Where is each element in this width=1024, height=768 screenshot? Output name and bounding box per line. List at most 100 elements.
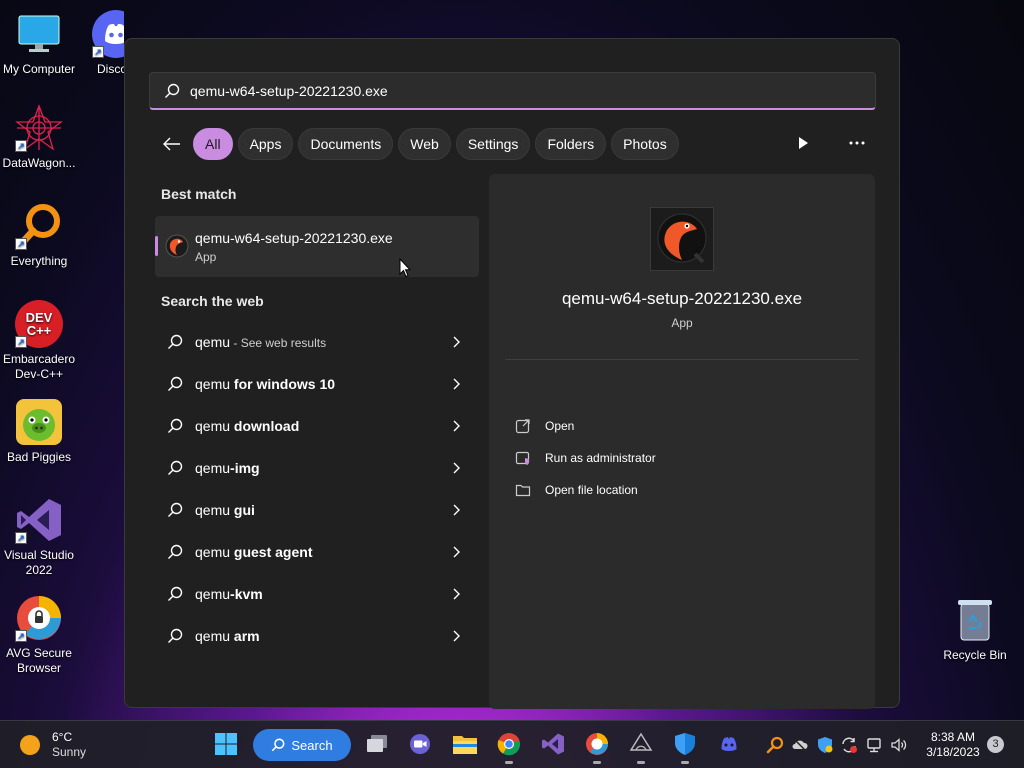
chrome-icon xyxy=(497,733,521,756)
action-open-file-location[interactable]: Open file location xyxy=(515,482,638,498)
start-search-panel: qemu-w64-setup-20221230.exe All Apps Doc… xyxy=(124,38,900,709)
detail-app-name: qemu-w64-setup-20221230.exe xyxy=(561,289,803,308)
web-result-label: qemu download xyxy=(195,418,299,434)
shortcut-arrow-icon: ↗ xyxy=(15,532,27,544)
web-result-label: qemu-kvm xyxy=(195,586,263,602)
action-label: Run as administrator xyxy=(545,451,656,465)
web-result-item[interactable]: qemu-img xyxy=(155,447,479,489)
windows-logo-icon xyxy=(215,733,237,755)
web-result-prefix: qemu xyxy=(195,418,234,434)
desktop-icon-datawagon[interactable]: ↗ DataWagon... xyxy=(0,104,78,171)
filter-tab-photos[interactable]: Photos xyxy=(611,128,679,160)
weather-widget[interactable]: 6°C Sunny xyxy=(20,730,86,760)
web-result-prefix: qemu xyxy=(195,544,234,560)
volume-icon[interactable] xyxy=(890,736,908,754)
search-web-heading: Search the web xyxy=(161,293,264,309)
task-view-icon xyxy=(367,735,387,752)
web-result-suffix: gui xyxy=(233,502,255,518)
desktop-icon-discord[interactable]: ↗ Disco xyxy=(78,10,124,77)
running-indicator xyxy=(637,761,645,764)
chevron-right-icon xyxy=(453,504,460,516)
web-result-suffix: arm xyxy=(233,628,260,644)
taskbar-search-label: Search xyxy=(291,737,333,753)
taskbar-app-chrome[interactable] xyxy=(495,730,523,764)
video-call-icon xyxy=(410,734,430,754)
desktop-icon-devcpp[interactable]: DEV C++ ↗ Embarcadero Dev-C++ xyxy=(0,300,78,382)
filter-tab-folders[interactable]: Folders xyxy=(535,128,607,160)
avg-browser-icon xyxy=(586,733,608,755)
selection-accent xyxy=(155,236,158,256)
taskbar-search-button[interactable]: Search xyxy=(253,729,351,761)
back-arrow-icon[interactable] xyxy=(159,131,185,157)
filter-tab-web[interactable]: Web xyxy=(398,128,451,160)
best-match-item[interactable]: qemu-w64-setup-20221230.exe App xyxy=(155,216,479,277)
search-icon xyxy=(168,334,183,349)
taskbar-app-discord[interactable] xyxy=(715,730,743,758)
taskbar-clock[interactable]: 8:38 AM 3/18/2023 xyxy=(918,730,988,760)
web-result-suffix: download xyxy=(233,418,300,434)
search-query-text: qemu-w64-setup-20221230.exe xyxy=(190,82,388,99)
web-result-item[interactable]: qemu guest agent xyxy=(155,531,479,573)
recycle-bin-icon xyxy=(955,598,995,642)
desktop-icon-label: Bad Piggies xyxy=(6,450,72,464)
notification-badge[interactable]: 3 xyxy=(987,736,1004,753)
taskbar-app-file-explorer[interactable] xyxy=(451,730,479,758)
taskbar-app-security[interactable] xyxy=(671,730,699,764)
chevron-right-icon xyxy=(453,336,460,348)
desktop-icon-bad-piggies[interactable]: Bad Piggies xyxy=(0,398,78,465)
web-result-item[interactable]: qemu-kvm xyxy=(155,573,479,615)
sync-icon[interactable] xyxy=(840,736,858,754)
filter-tab-all[interactable]: All xyxy=(193,128,233,160)
clock-time: 8:38 AM xyxy=(930,730,976,744)
divider xyxy=(505,359,859,360)
security-tray-icon[interactable] xyxy=(816,736,834,754)
folder-icon xyxy=(453,736,477,754)
desktop-icon-recycle-bin[interactable]: Recycle Bin xyxy=(938,598,1012,662)
weather-temperature: 6°C xyxy=(52,730,73,744)
chevron-right-icon xyxy=(453,546,460,558)
detail-app-type: App xyxy=(671,316,693,330)
web-result-prefix: qemu xyxy=(195,586,231,602)
web-result-item[interactable]: qemu gui xyxy=(155,489,479,531)
shortcut-arrow-icon: ↗ xyxy=(92,46,104,58)
search-icon xyxy=(272,738,285,752)
web-result-item[interactable]: qemu download xyxy=(155,405,479,447)
magnifier-icon: ↗ xyxy=(15,202,63,250)
desktop-icon-everything[interactable]: ↗ Everything xyxy=(0,202,78,269)
play-icon[interactable] xyxy=(791,131,815,155)
cloud-offline-icon[interactable] xyxy=(791,736,809,754)
running-indicator xyxy=(593,761,601,764)
desktop-icon-my-computer[interactable]: My Computer xyxy=(0,10,78,77)
start-button[interactable] xyxy=(212,730,240,758)
web-result-item[interactable]: qemu for windows 10 xyxy=(155,363,479,405)
action-label: Open file location xyxy=(545,483,638,497)
desktop-icon-label: Everything xyxy=(10,254,68,268)
task-view-button[interactable] xyxy=(363,730,391,758)
search-input[interactable]: qemu-w64-setup-20221230.exe xyxy=(149,72,876,110)
sun-icon xyxy=(20,735,40,755)
chevron-right-icon xyxy=(453,588,460,600)
filter-tab-settings[interactable]: Settings xyxy=(455,128,531,160)
action-open[interactable]: Open xyxy=(515,418,574,434)
web-result-item[interactable]: qemu - See web results xyxy=(155,321,479,363)
discord-icon xyxy=(721,737,737,751)
desktop-icon-avg-browser[interactable]: ↗ AVG Secure Browser xyxy=(0,594,78,676)
taskbar-app-teams[interactable] xyxy=(406,730,434,758)
more-options-icon[interactable] xyxy=(845,131,869,155)
web-result-suffix: -kvm xyxy=(230,586,263,602)
filter-tab-apps[interactable]: Apps xyxy=(237,128,294,160)
web-result-item[interactable]: qemu arm xyxy=(155,615,479,657)
everything-tray-icon[interactable] xyxy=(766,736,784,754)
action-run-as-admin[interactable]: Run as administrator xyxy=(515,450,656,466)
taskbar-app-visual-studio[interactable] xyxy=(539,730,567,758)
mouse-cursor-icon xyxy=(399,258,411,278)
taskbar-app-avg-browser[interactable] xyxy=(583,730,611,764)
filter-tab-documents[interactable]: Documents xyxy=(298,128,394,160)
running-indicator xyxy=(505,761,513,764)
desktop-icon-label: Embarcadero Dev-C++ xyxy=(2,352,76,381)
action-label: Open xyxy=(545,419,575,433)
desktop-icon-visual-studio[interactable]: ↗ Visual Studio 2022 xyxy=(0,496,78,578)
web-result-label: qemu for windows 10 xyxy=(195,376,335,392)
taskbar-app-inkscape[interactable] xyxy=(627,730,655,764)
network-icon[interactable] xyxy=(866,736,884,754)
